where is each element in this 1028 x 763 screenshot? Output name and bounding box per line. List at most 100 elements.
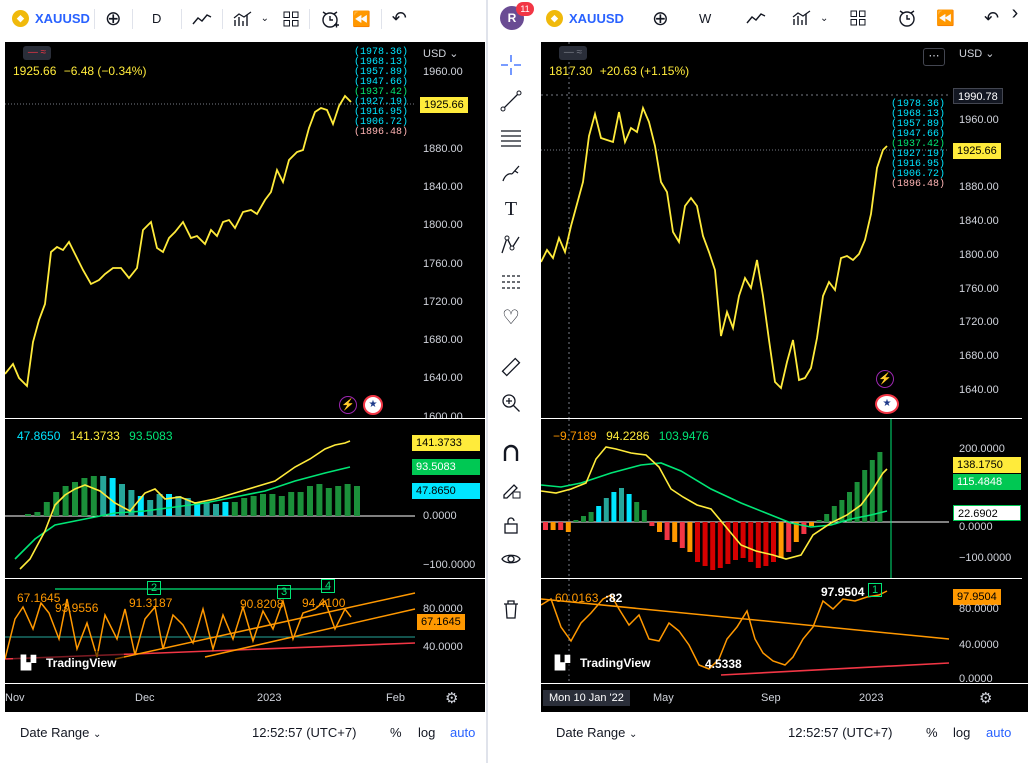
macd-hist-bar (109, 478, 116, 516)
replay-icon[interactable]: ⏪ (930, 4, 961, 32)
indicators-icon[interactable] (227, 5, 259, 33)
log-toggle[interactable]: log (953, 725, 970, 740)
prediction-icon[interactable] (499, 269, 523, 293)
trend-line-icon[interactable] (499, 89, 523, 113)
templates-grid-icon[interactable] (277, 5, 305, 33)
unlock-icon[interactable] (499, 513, 523, 537)
notification-count: 11 (520, 4, 530, 14)
left-price-tick: 1600.00 (423, 410, 463, 418)
auto-toggle[interactable]: auto (450, 725, 475, 740)
osc-label-low: 4.5338 (705, 657, 742, 671)
osc-tag: 67.1645 (417, 614, 465, 630)
heart-icon[interactable]: ♡ (499, 305, 523, 329)
time-display[interactable]: 12:52:57 (UTC+7) (252, 725, 356, 740)
right-macd-legend: −9.7189 94.2286 103.9476 (553, 429, 709, 443)
macd-value-signal: 103.9476 (658, 429, 709, 443)
crosshair-icon[interactable] (499, 53, 523, 77)
left-toolbar: ◆ XAUUSD ⊕ D ⌄ ⏪ ↶ (0, 0, 486, 37)
macd-hist-bar (81, 478, 88, 516)
tradingview-logo[interactable]: ▙▘ TradingView (547, 651, 659, 675)
right-osc-pane[interactable]: 60.0163 :82 97.9504 1 4.5338 97.9504 80.… (541, 579, 1028, 683)
right-time-axis[interactable]: Mon 10 Jan '22 May Sep 2023 ⚙ (541, 684, 1028, 712)
trash-icon[interactable] (499, 597, 523, 621)
more-options-icon[interactable]: ⋯ (923, 48, 945, 66)
fib-retracement-icon[interactable] (499, 125, 523, 149)
osc-label-1: 93.9556 (55, 601, 99, 615)
avatar-letter: R (507, 11, 517, 25)
left-price-tick: 1720.00 (423, 295, 463, 308)
macd-hist-bar (90, 476, 97, 516)
chevron-down-icon[interactable]: ⌄ (259, 5, 271, 33)
macd-hist-bar (619, 488, 624, 522)
lock-drawings-icon[interactable] (499, 477, 523, 501)
right-interval-button[interactable]: W (693, 4, 717, 32)
macd-value-hist: 47.8650 (17, 429, 61, 443)
chart-type-icon[interactable] (186, 5, 218, 33)
left-osc-pane[interactable]: 2 3 4 67.1645 93.9556 91.3187 90.8208 94… (5, 579, 485, 683)
legend-toggle[interactable]: — ≈ (559, 46, 587, 60)
percent-toggle[interactable]: % (926, 725, 938, 740)
auto-toggle[interactable]: auto (986, 725, 1011, 740)
right-macd-pane[interactable]: −9.7189 94.2286 103.9476 200.0000 138.17… (541, 419, 1028, 578)
add-symbol-icon[interactable]: ⊕ (99, 5, 128, 33)
zoom-in-icon[interactable] (499, 391, 523, 415)
left-time-axis[interactable]: Nov Dec 2023 Feb ⚙ (5, 684, 485, 712)
right-symbol-button[interactable]: ◆ XAUUSD (546, 10, 624, 27)
left-price-value: 1925.66 (13, 64, 57, 78)
date-range-button[interactable]: Date Range ⌄ (20, 725, 101, 740)
macd-tag-line: 138.1750 (953, 457, 1021, 473)
right-legend: 1817.30 +20.63 (+1.15%) (549, 64, 689, 78)
ruler-icon[interactable] (499, 355, 523, 379)
divider (131, 8, 133, 29)
pattern-icon[interactable] (499, 233, 523, 257)
settings-gear-icon[interactable]: ⚙ (445, 689, 458, 707)
right-price-pane[interactable]: 1817.30 +20.63 (+1.15%) — ≈ ⋯ USD ⌄ 1960… (541, 42, 1028, 418)
currency-label[interactable]: USD ⌄ (423, 47, 459, 60)
percent-toggle[interactable]: % (390, 725, 402, 740)
undo-icon[interactable]: ↶ (978, 4, 1005, 32)
window-divider (486, 0, 488, 763)
macd-hist-bar (543, 522, 548, 530)
macd-hist-bar (710, 522, 716, 570)
left-price-chart (5, 94, 415, 388)
log-toggle[interactable]: log (418, 725, 435, 740)
lightning-icon[interactable]: ⚡ (339, 396, 357, 414)
chevron-down-icon[interactable]: ⌄ (814, 4, 834, 32)
us-flag-icon[interactable]: ★ (363, 395, 383, 415)
chart-type-icon[interactable] (740, 4, 772, 32)
divider (221, 8, 223, 29)
left-interval-button[interactable]: D (137, 5, 177, 33)
macd-tag-hist: 22.6902 (953, 505, 1021, 521)
time-display[interactable]: 12:52:57 (UTC+7) (788, 725, 892, 740)
magnet-icon[interactable] (499, 441, 523, 465)
left-price-pane[interactable]: 1925.66 −6.48 (−0.34%) — ≈ USD ⌄ 1960.00… (5, 42, 485, 418)
alert-clock-icon[interactable] (314, 5, 346, 33)
add-symbol-icon[interactable]: ⊕ (646, 4, 675, 32)
left-macd-pane[interactable]: 47.8650 141.3733 93.5083 141.3733 93.508… (5, 419, 485, 578)
settings-gear-icon[interactable]: ⚙ (979, 689, 992, 707)
macd-tick-neg: −100.0000 (423, 559, 476, 571)
osc-label-4: 94.4100 (302, 596, 346, 610)
tradingview-logo[interactable]: ▙▘ TradingView (13, 651, 125, 675)
macd-hist-bar (147, 500, 154, 516)
left-symbol-button[interactable]: ◆ XAUUSD (0, 10, 90, 27)
date-range-button[interactable]: Date Range ⌄ (556, 725, 637, 740)
alert-clock-icon[interactable] (891, 4, 923, 32)
crosshair-price-tag: 1990.78 (953, 88, 1003, 104)
templates-grid-icon[interactable] (844, 4, 872, 32)
eye-icon[interactable] (499, 547, 523, 571)
wave-label-2: 2 (147, 581, 161, 595)
lightning-icon[interactable]: ⚡ (876, 370, 894, 388)
macd-hist-bar (581, 516, 586, 522)
brush-icon[interactable] (499, 161, 523, 185)
macd-hist-bar (288, 492, 295, 516)
legend-toggle[interactable]: — ≈ (23, 46, 51, 60)
text-tool-icon[interactable]: T (499, 197, 523, 221)
scroll-right-icon[interactable]: › (1004, 2, 1026, 32)
currency-label[interactable]: USD ⌄ (959, 47, 995, 60)
date-range-label: Date Range (20, 725, 90, 740)
replay-icon[interactable]: ⏪ (346, 5, 377, 33)
right-price-tick: 1640.00 (959, 383, 999, 396)
us-flag-icon[interactable]: ★ (875, 394, 899, 414)
undo-icon[interactable]: ↶ (386, 5, 413, 33)
